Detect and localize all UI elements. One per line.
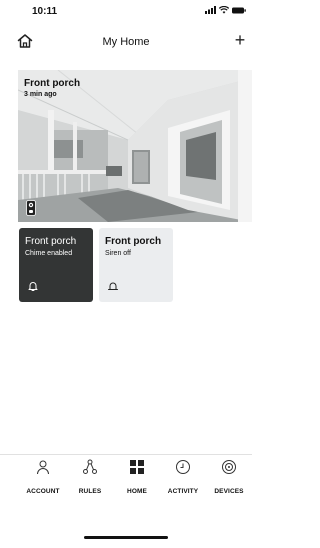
clock-icon [176, 460, 190, 474]
tab-label: HOME [127, 488, 147, 495]
tab-label: DEVICES [214, 488, 244, 495]
camera-title: Front porch [24, 78, 81, 89]
siren-icon [108, 282, 118, 290]
tab-label: ACCOUNT [26, 488, 60, 495]
camera-card[interactable]: Front porch 3 min ago [18, 70, 252, 222]
tab-bar: ACCOUNT RULES HOME ACTIVITY DEVICES [0, 454, 252, 524]
tab-activity[interactable]: ACTIVITY [160, 459, 206, 515]
tab-label: RULES [78, 488, 102, 495]
camera-timestamp: 3 min ago [24, 91, 57, 98]
signal-icon [205, 6, 216, 14]
tile-status: Chime enabled [25, 250, 73, 257]
bell-icon [28, 282, 38, 291]
nav-bar: My Home + [0, 28, 252, 54]
grid-icon [130, 460, 144, 474]
page-title: My Home [102, 36, 150, 48]
add-button[interactable]: + [232, 30, 248, 50]
tile-status: Siren off [105, 250, 131, 257]
person-icon [37, 460, 49, 475]
tab-home[interactable]: HOME [114, 459, 160, 515]
siren-tile[interactable]: Front porch Siren off [99, 228, 173, 302]
tab-devices[interactable]: DEVICES [206, 459, 252, 515]
doorbell-icon [26, 200, 36, 216]
tile-title: Front porch [25, 236, 77, 247]
tile-title: Front porch [105, 236, 162, 247]
wifi-icon [219, 6, 229, 14]
battery-icon [232, 7, 246, 13]
chime-tile[interactable]: Front porch Chime enabled [19, 228, 93, 302]
status-time: 10:11 [32, 6, 58, 17]
tab-rules[interactable]: RULES [67, 459, 113, 515]
status-icons [205, 6, 246, 14]
devices-icon [222, 460, 236, 474]
tab-account[interactable]: ACCOUNT [20, 459, 66, 515]
home-indicator [84, 536, 168, 539]
rules-icon [83, 459, 97, 474]
tab-label: ACTIVITY [167, 488, 199, 495]
status-bar: 10:11 [0, 0, 252, 26]
